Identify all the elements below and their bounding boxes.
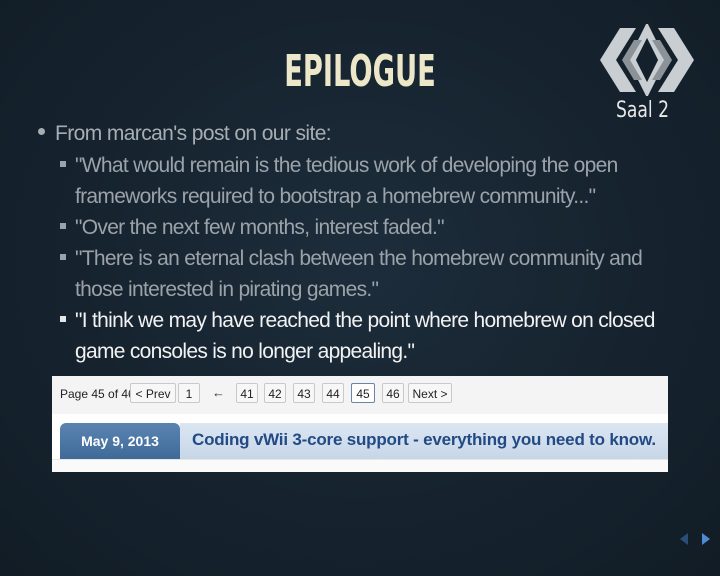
page-44-button[interactable]: 44 (322, 383, 344, 403)
sub-bullet-marker (60, 161, 66, 167)
left-arrow-icon: ← (212, 385, 225, 400)
quote-1: "What would remain is the tedious work o… (75, 154, 618, 208)
page-46-button[interactable]: 46 (382, 383, 404, 403)
post-date-tab: May 9, 2013 (60, 423, 180, 459)
pagination-bar: Page 45 of 46 < Prev 1 ← 41 42 43 44 45 … (52, 376, 668, 414)
page-count-label: Page 45 of 46 (60, 387, 135, 401)
ccc-logo-icon (600, 24, 694, 96)
forum-screenshot: Page 45 of 46 < Prev 1 ← 41 42 43 44 45 … (52, 376, 668, 472)
next-page-button[interactable]: Next > (408, 383, 452, 403)
quote-2: "Over the next few months, interest fade… (75, 216, 445, 239)
page-1-button[interactable]: 1 (178, 383, 200, 403)
quote-4-highlighted: "I think we may have reached the point w… (75, 309, 655, 363)
page-41-button[interactable]: 41 (236, 383, 258, 403)
sub-bullet-marker (60, 316, 66, 322)
page-43-button[interactable]: 43 (293, 383, 315, 403)
post-title-bar: Coding vWii 3-core support - everything … (180, 423, 668, 459)
post-title-link[interactable]: Coding vWii 3-core support - everything … (192, 430, 656, 450)
quote-3: "There is an eternal clash between the h… (75, 247, 643, 301)
sub-bullet-marker (60, 254, 66, 260)
next-slide-icon[interactable] (702, 533, 710, 545)
bullet-dot (38, 128, 45, 135)
room-label: Saal 2 (616, 98, 670, 123)
post-body-edge (52, 459, 668, 472)
current-page-45[interactable]: 45 (351, 383, 375, 403)
sub-bullet-marker (60, 223, 66, 229)
page-42-button[interactable]: 42 (264, 383, 286, 403)
main-bullet-text: From marcan's post on our site: (55, 122, 332, 145)
prev-page-button[interactable]: < Prev (130, 383, 176, 403)
slide-title: EPILOGUE (284, 46, 436, 97)
previous-slide-icon[interactable] (680, 533, 688, 545)
